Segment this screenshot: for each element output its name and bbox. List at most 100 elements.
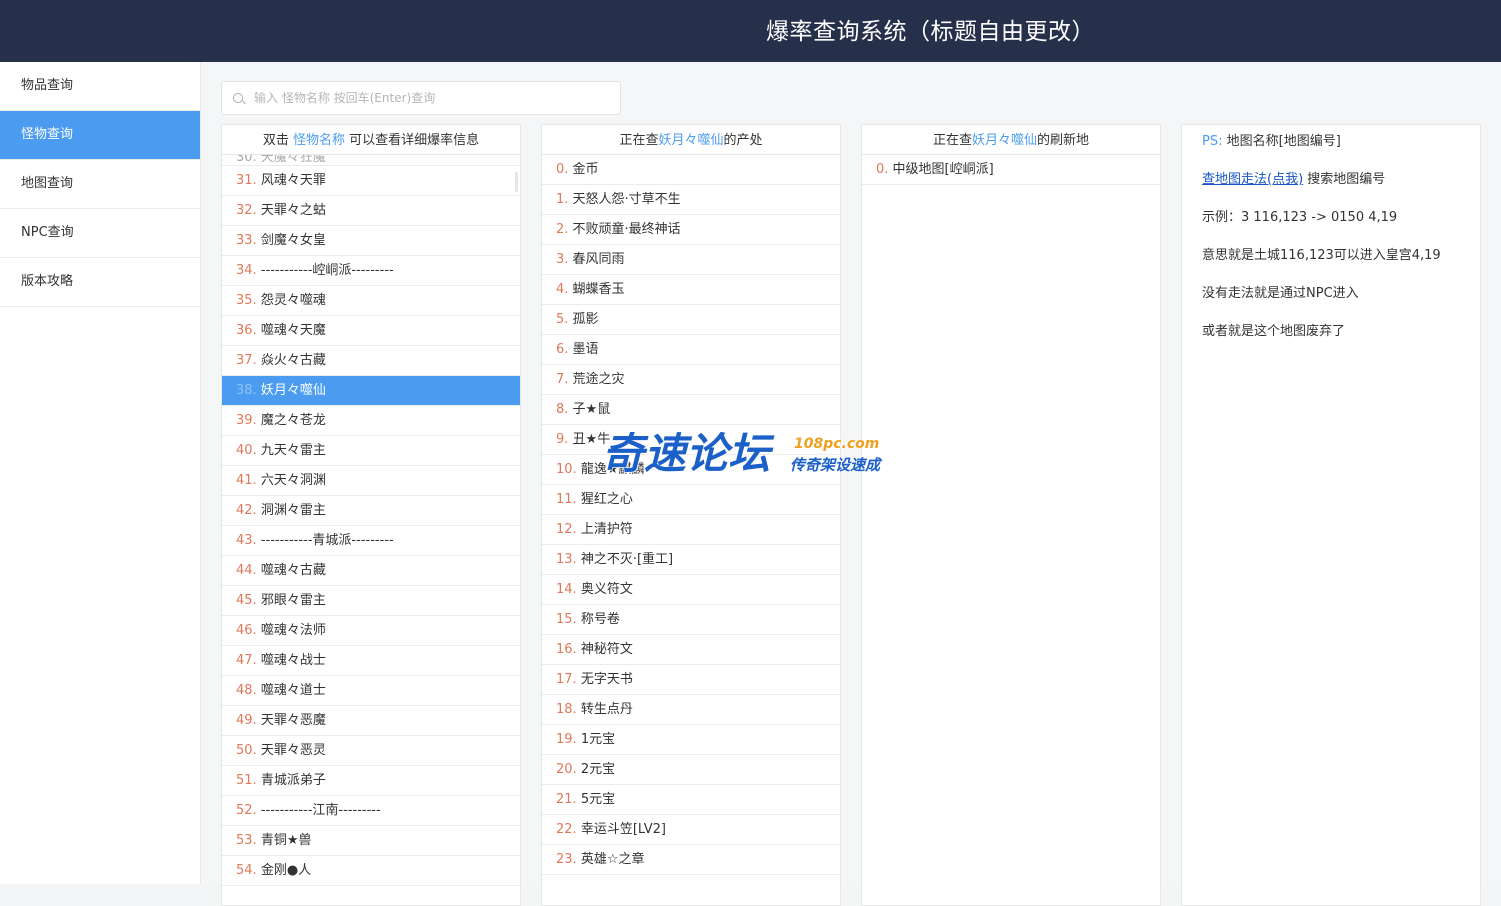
- drop-list-item[interactable]: 6. 墨语: [542, 335, 840, 365]
- row-number: 5.: [556, 312, 569, 327]
- row-name: 洞渊々雷主: [260, 503, 326, 518]
- drop-list-item[interactable]: 14. 奥义符文: [542, 575, 840, 605]
- drop-list-item[interactable]: 11. 猩红之心: [542, 485, 840, 515]
- monster-list-item[interactable]: 35. 怨灵々噬魂: [222, 286, 520, 316]
- monster-list-item[interactable]: 52. -----------江南---------: [222, 796, 520, 826]
- drop-list-item[interactable]: 10. 龍逸★麒麟: [542, 455, 840, 485]
- info-panel: PS: 地图名称[地图编号] 查地图走法(点我) 搜索地图编号 示例：3 116…: [1181, 124, 1481, 906]
- scrollbar[interactable]: [515, 172, 518, 192]
- search-input[interactable]: [252, 82, 616, 114]
- drop-list-item[interactable]: 8. 子★鼠: [542, 395, 840, 425]
- drop-list-item[interactable]: 17. 无字天书: [542, 665, 840, 695]
- monster-list-item[interactable]: 53. 青铜★兽: [222, 826, 520, 856]
- monster-list-item[interactable]: 49. 天罪々恶魔: [222, 706, 520, 736]
- header-highlight: 妖月々噬仙: [658, 133, 724, 148]
- monster-list-item[interactable]: 50. 天罪々恶灵: [222, 736, 520, 766]
- row-name: 中级地图[崆峒派]: [892, 162, 994, 177]
- row-number: 52.: [236, 803, 257, 818]
- header-text: 正在查: [932, 133, 972, 148]
- monster-list-item[interactable]: 43. -----------青城派---------: [222, 526, 520, 556]
- ps-label: PS:: [1202, 134, 1223, 149]
- sidebar-item-map-query[interactable]: 地图查询: [0, 160, 200, 209]
- drop-list-item[interactable]: 1. 天怒人怨·寸草不生: [542, 185, 840, 215]
- sidebar-item-item-query[interactable]: 物品查询: [0, 62, 200, 111]
- drop-list-item[interactable]: 12. 上清护符: [542, 515, 840, 545]
- row-name: 六天々洞渊: [260, 473, 326, 488]
- monster-list-item[interactable]: 46. 噬魂々法师: [222, 616, 520, 646]
- monster-list-item[interactable]: 34. -----------崆峒派---------: [222, 256, 520, 286]
- monster-list-item[interactable]: 51. 青城派弟子: [222, 766, 520, 796]
- row-number: 49.: [236, 713, 257, 728]
- row-number: 40.: [236, 443, 257, 458]
- drop-list-item[interactable]: 22. 幸运斗笠[LV2]: [542, 815, 840, 845]
- row-name: 怨灵々噬魂: [260, 293, 326, 308]
- row-number: 48.: [236, 683, 257, 698]
- row-name: 称号卷: [580, 612, 620, 627]
- row-name: 上清护符: [580, 522, 633, 537]
- drop-panel-header: 正在查妖月々噬仙的产处: [542, 125, 840, 155]
- monster-list-item[interactable]: 31. 风魂々天罪: [222, 166, 520, 196]
- drop-list-item[interactable]: 3. 春风同雨: [542, 245, 840, 275]
- monster-list-item[interactable]: 54. 金刚●人: [222, 856, 520, 886]
- example-line: 示例：3 116,123 -> 0150 4,19: [1202, 210, 1398, 225]
- row-number: 16.: [556, 642, 577, 657]
- row-name: 噬魂々天魔: [260, 323, 326, 338]
- monster-list-item[interactable]: 40. 九天々雷主: [222, 436, 520, 466]
- drop-list-item[interactable]: 5. 孤影: [542, 305, 840, 335]
- ps-text: 地图名称[地图编号]: [1226, 134, 1341, 149]
- row-name: 青铜★兽: [260, 833, 312, 848]
- row-number: 39.: [236, 413, 257, 428]
- drop-list-item[interactable]: 16. 神秘符文: [542, 635, 840, 665]
- monster-list-item[interactable]: 48. 噬魂々道士: [222, 676, 520, 706]
- monster-list-item[interactable]: 33. 剑魔々女皇: [222, 226, 520, 256]
- drop-list-item[interactable]: 19. 1元宝: [542, 725, 840, 755]
- drop-list-item[interactable]: 23. 英雄☆之章: [542, 845, 840, 875]
- list-item[interactable]: 30. 天魔々狂魔: [222, 155, 520, 166]
- row-name: 金刚●人: [260, 863, 312, 878]
- map-path-suffix: 搜索地图编号: [1307, 172, 1386, 187]
- monster-list-item[interactable]: 36. 噬魂々天魔: [222, 316, 520, 346]
- drop-list-item[interactable]: 21. 5元宝: [542, 785, 840, 815]
- sidebar-item-npc-query[interactable]: NPC查询: [0, 209, 200, 258]
- map-list-item[interactable]: 0. 中级地图[崆峒派]: [862, 155, 1160, 185]
- row-name: 荒途之灾: [572, 372, 625, 387]
- monster-list-item[interactable]: 41. 六天々洞渊: [222, 466, 520, 496]
- drop-list-item[interactable]: 7. 荒途之灾: [542, 365, 840, 395]
- drop-list-item[interactable]: 9. 丑★牛: [542, 425, 840, 455]
- sidebar-item-guide[interactable]: 版本攻略: [0, 258, 200, 307]
- monster-list-item[interactable]: 39. 魔之々苍龙: [222, 406, 520, 436]
- drop-list-item[interactable]: 13. 神之不灭·[重工]: [542, 545, 840, 575]
- drop-list-item[interactable]: 4. 蝴蝶香玉: [542, 275, 840, 305]
- row-number: 45.: [236, 593, 257, 608]
- monster-list-item[interactable]: 44. 噬魂々古藏: [222, 556, 520, 586]
- sidebar-item-monster-query[interactable]: 怪物查询: [0, 111, 200, 160]
- drop-list-item[interactable]: 20. 2元宝: [542, 755, 840, 785]
- search-box[interactable]: [221, 81, 621, 115]
- row-number: 33.: [236, 233, 257, 248]
- monster-list-item[interactable]: 37. 焱火々古藏: [222, 346, 520, 376]
- monster-list-item[interactable]: 32. 天罪々之蛄: [222, 196, 520, 226]
- map-path-link[interactable]: 查地图走法(点我): [1202, 172, 1303, 187]
- drop-list-item[interactable]: 2. 不败顽童·最终神话: [542, 215, 840, 245]
- drop-list-item[interactable]: 18. 转生点丹: [542, 695, 840, 725]
- row-number: 50.: [236, 743, 257, 758]
- row-name: -----------崆峒派---------: [260, 263, 394, 278]
- row-name: 无字天书: [580, 672, 633, 687]
- header-text: 的刷新地: [1037, 133, 1090, 148]
- row-number: 22.: [556, 822, 577, 837]
- row-name: 转生点丹: [580, 702, 633, 717]
- page-title: 爆率查询系统（标题自由更改）: [766, 19, 1095, 45]
- row-name: 英雄☆之章: [580, 852, 645, 867]
- drop-list-item[interactable]: 15. 称号卷: [542, 605, 840, 635]
- monster-list-item[interactable]: 42. 洞渊々雷主: [222, 496, 520, 526]
- row-number: 2.: [556, 222, 569, 237]
- row-number: 3.: [556, 252, 569, 267]
- row-number: 42.: [236, 503, 257, 518]
- monster-list-item[interactable]: 38. 妖月々噬仙: [222, 376, 520, 406]
- row-name: 邪眼々雷主: [260, 593, 326, 608]
- monster-list-item[interactable]: 47. 噬魂々战士: [222, 646, 520, 676]
- monster-list-item[interactable]: 45. 邪眼々雷主: [222, 586, 520, 616]
- drop-list-item[interactable]: 0. 金币: [542, 155, 840, 185]
- row-number: 14.: [556, 582, 577, 597]
- row-number: 19.: [556, 732, 577, 747]
